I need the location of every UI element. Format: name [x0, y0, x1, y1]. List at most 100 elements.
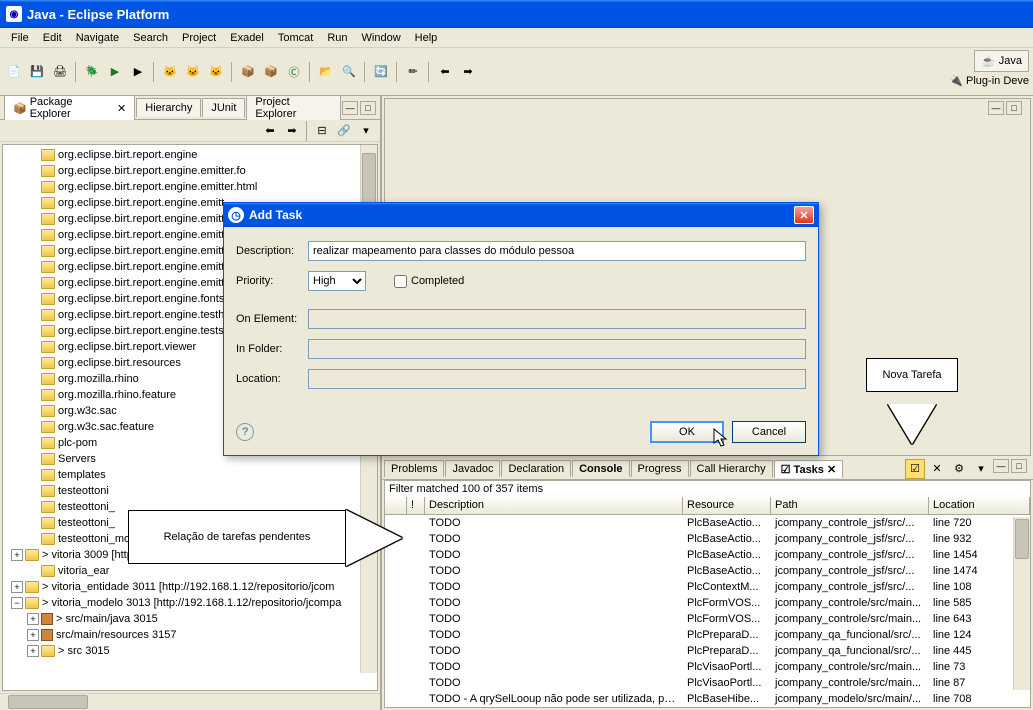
completed-checkbox[interactable]	[394, 275, 407, 288]
menu-edit[interactable]: Edit	[36, 30, 69, 46]
table-row[interactable]: TODOPlcPreparaD...jcompany_qa_funcional/…	[385, 643, 1030, 659]
tab-junit[interactable]: JUnit	[202, 98, 245, 117]
delete-task-icon[interactable]: ✕	[927, 459, 947, 479]
new-task-icon[interactable]: ☑	[905, 459, 925, 479]
table-row[interactable]: TODOPlcVisaoPortl...jcompany_controle/sr…	[385, 675, 1030, 691]
editor-maximize-icon[interactable]: □	[1006, 101, 1022, 115]
filter-icon[interactable]: ⚙	[949, 459, 969, 479]
on-element-input[interactable]	[308, 309, 806, 329]
open-type-icon[interactable]: 📂	[316, 62, 336, 82]
expand-icon[interactable]: +	[27, 629, 39, 641]
col-resource[interactable]: Resource	[683, 497, 771, 514]
tab-project-explorer[interactable]: Project Explorer	[246, 92, 341, 123]
col-location[interactable]: Location	[929, 497, 1030, 514]
tab-hierarchy[interactable]: Hierarchy	[136, 98, 201, 117]
table-row[interactable]: TODOPlcVisaoPortl...jcompany_controle/sr…	[385, 659, 1030, 675]
tab-declaration[interactable]: Declaration	[501, 460, 571, 477]
perspective-java[interactable]: ☕ Java	[974, 50, 1029, 72]
menu-project[interactable]: Project	[175, 30, 223, 46]
fwd-nav-icon[interactable]: ➡	[282, 121, 302, 141]
sync-icon[interactable]: 🔄	[371, 62, 391, 82]
col-description[interactable]: Description	[425, 497, 683, 514]
tomcat-start-icon[interactable]: 🐱	[160, 62, 180, 82]
tab-problems[interactable]: Problems	[384, 460, 444, 477]
tree-item[interactable]: +> src 3015	[5, 643, 375, 659]
table-row[interactable]: TODOPlcPreparaD...jcompany_qa_funcional/…	[385, 627, 1030, 643]
new-class-icon[interactable]: Ⓒ	[284, 62, 304, 82]
expand-icon[interactable]: +	[11, 549, 23, 561]
new-project-icon[interactable]: 📦	[238, 62, 258, 82]
task-icon[interactable]: ✏	[403, 62, 423, 82]
col-priority[interactable]: !	[407, 497, 425, 514]
table-row[interactable]: TODOPlcBaseActio...jcompany_controle_jsf…	[385, 547, 1030, 563]
new-package-icon[interactable]: 📦	[261, 62, 281, 82]
table-row[interactable]: TODOPlcContextM...jcompany_controle_jsf/…	[385, 579, 1030, 595]
menu-exadel[interactable]: Exadel	[223, 30, 271, 46]
search-icon[interactable]: 🔍	[339, 62, 359, 82]
expand-icon[interactable]: +	[27, 613, 39, 625]
tree-item[interactable]: vitoria_ear	[5, 563, 375, 579]
help-icon[interactable]: ?	[236, 423, 254, 441]
back-nav-icon[interactable]: ⬅	[260, 121, 280, 141]
tasks-table-body[interactable]: TODOPlcBaseActio...jcompany_controle_jsf…	[385, 515, 1030, 707]
print-icon[interactable]: 🖨	[50, 62, 70, 82]
menu-run[interactable]: Run	[320, 30, 354, 46]
tab-progress[interactable]: Progress	[631, 460, 689, 477]
menu-icon[interactable]: ▾	[971, 459, 991, 479]
location-input[interactable]	[308, 369, 806, 389]
priority-select[interactable]: High	[308, 271, 366, 291]
in-folder-input[interactable]	[308, 339, 806, 359]
horizontal-scrollbar[interactable]	[0, 693, 380, 710]
menu-help[interactable]: Help	[408, 30, 445, 46]
new-icon[interactable]: 📄	[4, 62, 24, 82]
save-icon[interactable]: 💾	[27, 62, 47, 82]
tasks-minimize-icon[interactable]: —	[993, 459, 1009, 473]
tab-package-explorer[interactable]: 📦 Package Explorer ✕	[4, 92, 135, 123]
menu-navigate[interactable]: Navigate	[69, 30, 126, 46]
expand-icon[interactable]: +	[27, 645, 39, 657]
menu-dropdown-icon[interactable]: ▾	[356, 121, 376, 141]
tree-item[interactable]: org.eclipse.birt.report.engine.emitter.f…	[5, 163, 375, 179]
tree-item[interactable]: −> vitoria_modelo 3013 [http://192.168.1…	[5, 595, 375, 611]
expand-icon[interactable]: −	[11, 597, 23, 609]
tab-tasks[interactable]: ☑ Tasks ✕	[774, 460, 844, 478]
link-icon[interactable]: 🔗	[334, 121, 354, 141]
menu-window[interactable]: Window	[355, 30, 408, 46]
tree-item[interactable]: +> src/main/java 3015	[5, 611, 375, 627]
editor-minimize-icon[interactable]: —	[988, 101, 1004, 115]
tomcat-restart-icon[interactable]: 🐱	[206, 62, 226, 82]
table-row[interactable]: TODOPlcFormVOS...jcompany_controle/src/m…	[385, 595, 1030, 611]
table-row[interactable]: TODO - A qrySelLooup não pode ser utiliz…	[385, 691, 1030, 707]
close-tab-icon[interactable]: ✕	[117, 102, 126, 115]
tasks-maximize-icon[interactable]: □	[1011, 459, 1027, 473]
menu-search[interactable]: Search	[126, 30, 175, 46]
tree-item[interactable]: +> vitoria_entidade 3011 [http://192.168…	[5, 579, 375, 595]
tab-console[interactable]: Console	[572, 460, 629, 477]
tomcat-stop-icon[interactable]: 🐱	[183, 62, 203, 82]
ok-button[interactable]: OK	[650, 421, 724, 443]
collapse-icon[interactable]: ⊟	[312, 121, 332, 141]
debug-icon[interactable]: 🪲	[82, 62, 102, 82]
description-input[interactable]	[308, 241, 806, 261]
minimize-icon[interactable]: —	[342, 101, 358, 115]
back-icon[interactable]: ⬅	[435, 62, 455, 82]
col-path[interactable]: Path	[771, 497, 929, 514]
close-icon[interactable]: ✕	[794, 206, 814, 224]
tab-javadoc[interactable]: Javadoc	[445, 460, 500, 477]
table-row[interactable]: TODOPlcBaseActio...jcompany_controle_jsf…	[385, 515, 1030, 531]
expand-icon[interactable]: +	[11, 581, 23, 593]
tree-item[interactable]: testeottoni	[5, 483, 375, 499]
tree-item[interactable]: org.eclipse.birt.report.engine	[5, 147, 375, 163]
tree-item[interactable]: +src/main/resources 3157	[5, 627, 375, 643]
maximize-icon[interactable]: □	[360, 101, 376, 115]
menu-tomcat[interactable]: Tomcat	[271, 30, 320, 46]
table-row[interactable]: TODOPlcFormVOS...jcompany_controle/src/m…	[385, 611, 1030, 627]
tree-item[interactable]: org.eclipse.birt.report.engine.emitter.h…	[5, 179, 375, 195]
tasks-scrollbar[interactable]	[1013, 517, 1030, 690]
forward-icon[interactable]: ➡	[458, 62, 478, 82]
run-icon[interactable]: ▶	[105, 62, 125, 82]
run-ext-icon[interactable]: ▶	[128, 62, 148, 82]
close-tab-icon[interactable]: ✕	[827, 464, 836, 476]
tree-item[interactable]: templates	[5, 467, 375, 483]
cancel-button[interactable]: Cancel	[732, 421, 806, 443]
